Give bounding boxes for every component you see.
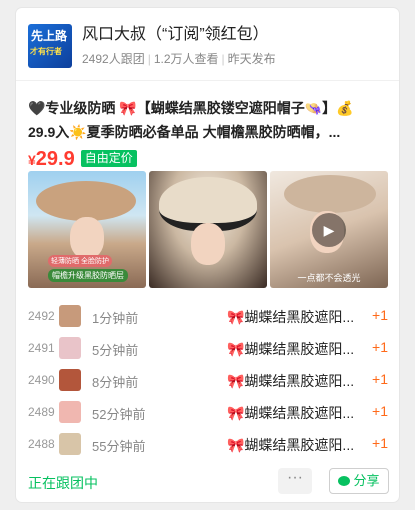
meta-separator: | (221, 52, 225, 66)
share-label: 分享 (353, 473, 380, 488)
user-avatar (59, 337, 81, 359)
order-time: 1分钟前 (92, 311, 139, 326)
order-item: 🎀蝴蝶结黑胶遮阳... (227, 437, 355, 453)
order-time: 8分钟前 (92, 375, 139, 390)
price-row: ¥29.9 自由定价 (28, 146, 137, 172)
member-count: 2492人跟团 (82, 52, 145, 66)
model-face (70, 217, 104, 259)
order-row: 2489 52分钟前 🎀蝴蝶结黑胶遮阳... +1 (28, 397, 388, 429)
product-photos: 轻薄防晒 全脸防护 帽檐升级黑胶防晒层 ▶ 一点都不会透光 (28, 171, 388, 288)
product-price: ¥29.9 (28, 148, 75, 170)
currency-symbol: ¥ (28, 152, 36, 168)
order-item: 🎀蝴蝶结黑胶遮阳... (227, 373, 355, 389)
price-badge: 自由定价 (80, 150, 137, 167)
price-value: 29.9 (35, 148, 75, 170)
order-item: 🎀蝴蝶结黑胶遮阳... (227, 405, 355, 421)
view-count: 1.2万人查看 (153, 52, 219, 66)
user-avatar (59, 433, 81, 455)
order-quantity: +1 (372, 371, 388, 387)
order-row: 2490 8分钟前 🎀蝴蝶结黑胶遮阳... +1 (28, 365, 388, 397)
group-name[interactable]: 风口大叔（“订阅”领红包） (82, 24, 269, 46)
hat-shape (36, 181, 136, 221)
following-status[interactable]: 正在跟团中 (28, 473, 98, 493)
order-item: 🎀蝴蝶结黑胶遮阳... (227, 309, 355, 325)
product-photo-2[interactable] (149, 171, 267, 288)
group-avatar[interactable]: 先上路 才有行者 (28, 24, 72, 68)
order-quantity: +1 (372, 307, 388, 323)
order-row: 2491 5分钟前 🎀蝴蝶结黑胶遮阳... +1 (28, 333, 388, 365)
user-avatar (59, 305, 81, 327)
photo-feature-tag: 轻薄防晒 全脸防护 (48, 255, 112, 267)
video-caption: 一点都不会透光 (297, 273, 361, 283)
avatar-text-line2: 才有行者 (30, 47, 62, 56)
product-video-3[interactable]: ▶ 一点都不会透光 (270, 171, 388, 288)
order-quantity: +1 (372, 403, 388, 419)
hat-shape (284, 175, 376, 213)
group-buy-card[interactable]: 先上路 才有行者 风口大叔（“订阅”领红包） 2492人跟团 | 1.2万人查看 | 昨… (16, 8, 399, 502)
user-avatar (59, 401, 81, 423)
order-time: 5分钟前 (92, 343, 139, 358)
photo-feature-tag: 帽檐升级黑胶防晒层 (48, 269, 128, 282)
order-number: 2490 (28, 373, 55, 387)
order-list: 2492 1分钟前 🎀蝴蝶结黑胶遮阳... +1 2491 5分钟前 🎀蝴蝶结黑… (28, 301, 388, 461)
order-quantity: +1 (372, 339, 388, 355)
order-number: 2489 (28, 405, 55, 419)
model-face (191, 223, 225, 265)
avatar-text-line1: 先上路 (31, 29, 68, 43)
order-number: 2491 (28, 341, 55, 355)
order-time: 55分钟前 (92, 439, 146, 454)
product-title-line1: 🖤专业级防晒 🎀【蝴蝶结黑胶镂空遮阳帽子👒】💰 (28, 100, 354, 116)
order-quantity: +1 (372, 435, 388, 451)
order-row: 2488 55分钟前 🎀蝴蝶结黑胶遮阳... +1 (28, 429, 388, 461)
order-item: 🎀蝴蝶结黑胶遮阳... (227, 341, 355, 357)
order-number: 2492 (28, 309, 55, 323)
product-title[interactable]: 🖤专业级防晒 🎀【蝴蝶结黑胶镂空遮阳帽子👒】💰 29.9入☀️夏季防晒必备单品 … (28, 96, 388, 144)
order-row: 2492 1分钟前 🎀蝴蝶结黑胶遮阳... +1 (28, 301, 388, 333)
order-number: 2488 (28, 437, 55, 451)
post-time: 昨天发布 (227, 52, 276, 66)
more-button[interactable]: ··· (278, 468, 312, 494)
order-time: 52分钟前 (92, 407, 146, 422)
meta-separator: | (147, 52, 151, 66)
product-title-line2: 29.9入☀️夏季防晒必备单品 大帽檐黑胶防晒帽，... (28, 124, 341, 140)
play-icon[interactable]: ▶ (312, 213, 346, 247)
header-divider (16, 80, 399, 81)
share-button[interactable]: 分享 (329, 468, 389, 494)
product-photo-1[interactable]: 轻薄防晒 全脸防护 帽檐升级黑胶防晒层 (28, 171, 146, 288)
wechat-icon (338, 476, 351, 486)
user-avatar (59, 369, 81, 391)
group-header[interactable]: 先上路 才有行者 风口大叔（“订阅”领红包） 2492人跟团 | 1.2万人查看 | 昨… (28, 24, 387, 72)
group-meta: 2492人跟团 | 1.2万人查看 | 昨天发布 (82, 51, 276, 67)
